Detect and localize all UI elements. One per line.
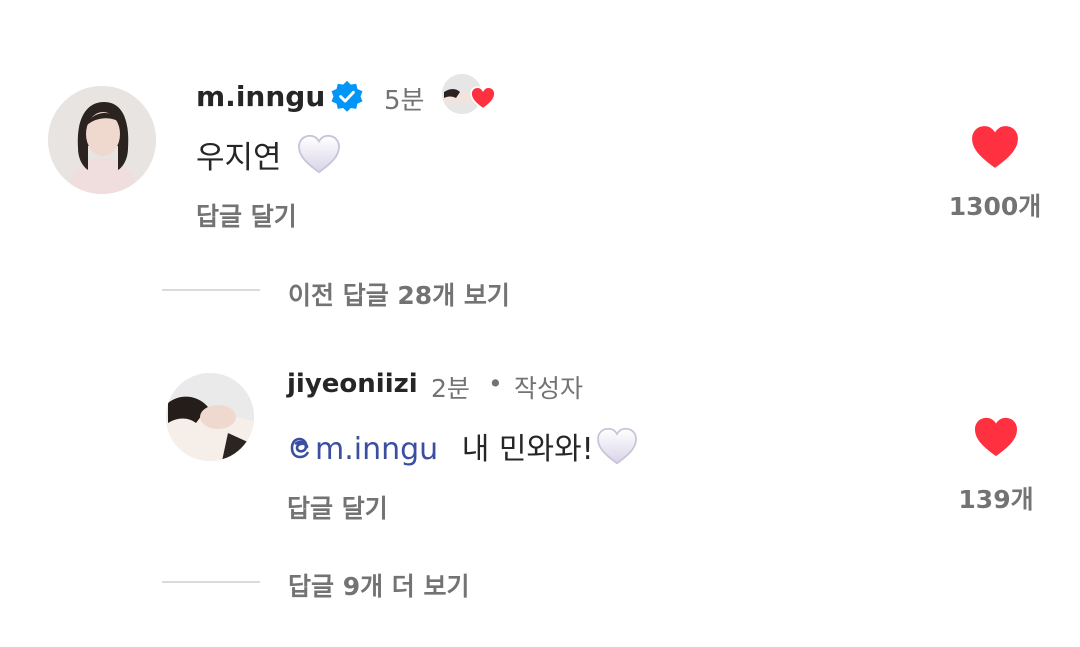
reply-button[interactable]: 답글 달기	[287, 489, 388, 525]
avatar-image	[48, 86, 156, 194]
reply-username[interactable]: jiyeoniizi	[287, 369, 418, 399]
verified-badge-icon	[330, 80, 364, 114]
creator-liked-indicator	[442, 72, 500, 116]
meta-separator: •	[488, 369, 503, 398]
reply-text: m.inngu 내 민와와!	[287, 424, 638, 473]
heart-icon	[470, 86, 496, 110]
avatar-jiyeoniizi[interactable]	[166, 373, 254, 461]
view-previous-replies-button[interactable]: 이전 답글 28개 보기	[288, 276, 510, 312]
like-heart-icon[interactable]	[973, 416, 1019, 458]
reply-time: 2분	[431, 374, 470, 403]
thread-divider	[162, 289, 260, 291]
white-heart-icon	[596, 427, 638, 473]
thread-divider	[162, 581, 260, 583]
threads-icon	[287, 434, 313, 470]
comment-body: 우지연	[196, 140, 282, 176]
comment-time: 5분	[384, 86, 425, 116]
comment-text: 우지연	[196, 132, 341, 182]
view-more-replies-button[interactable]: 답글 9개 더 보기	[288, 567, 470, 603]
avatar-image	[166, 373, 254, 461]
like-count[interactable]: 1300개	[940, 187, 1050, 223]
reply-body: 내 민와와!	[461, 432, 594, 467]
avatar-m-inngu[interactable]	[48, 86, 156, 194]
like-count[interactable]: 139개	[941, 480, 1051, 516]
reply-button[interactable]: 답글 달기	[196, 197, 297, 233]
comment-username[interactable]: m.inngu	[196, 80, 325, 113]
author-badge: 작성자	[514, 374, 584, 403]
white-heart-icon	[297, 134, 341, 182]
like-heart-icon[interactable]	[970, 124, 1020, 170]
mention-username[interactable]: m.inngu	[315, 432, 438, 467]
mention-link[interactable]: m.inngu	[287, 432, 448, 467]
